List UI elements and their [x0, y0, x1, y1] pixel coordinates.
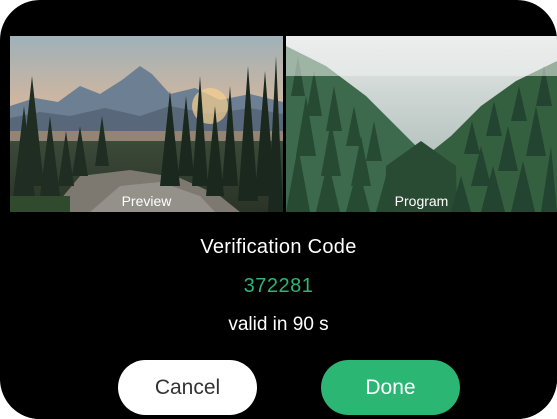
- cancel-button[interactable]: Cancel: [118, 360, 257, 415]
- preview-pane: [10, 36, 283, 212]
- preview-label: Preview: [121, 193, 172, 209]
- done-button[interactable]: Done: [321, 360, 460, 415]
- dialog-title: Verification Code: [200, 236, 357, 258]
- screen: [10, 36, 557, 419]
- device-frame: Preview Program Verification Code 372281…: [0, 0, 557, 419]
- validity-text: valid in 90 s: [228, 314, 329, 335]
- verification-code: 372281: [243, 275, 314, 297]
- program-image: [286, 36, 557, 212]
- program-pane: [286, 36, 557, 212]
- preview-image: [10, 36, 283, 212]
- preview-area: [10, 36, 557, 212]
- program-label: Program: [394, 193, 449, 209]
